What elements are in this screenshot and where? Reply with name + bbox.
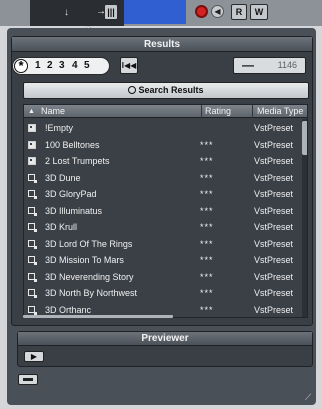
row-name: 3D Orthanc [45, 304, 92, 315]
row-rating: *** [200, 238, 214, 249]
row-name: 3D Dune [45, 172, 81, 183]
count-prefix: — [242, 58, 254, 72]
row-rating: *** [200, 156, 214, 166]
transport-blue-area [124, 0, 186, 24]
preview-play-button[interactable]: ▶ [24, 351, 44, 362]
row-media-type: VstPreset [254, 255, 294, 265]
resize-grip-icon[interactable]: ⟋ [305, 392, 315, 402]
row-media-type: VstPreset [254, 189, 294, 199]
search-results-button[interactable]: Search Results [23, 82, 309, 99]
horizontal-scroll-thumb[interactable] [23, 315, 173, 318]
input-arrow-icon: ↓ [64, 7, 69, 18]
rating-filter-1[interactable]: 1 [35, 60, 41, 71]
table-row[interactable]: 100 Belltones *** VstPreset [24, 137, 302, 154]
rating-filter-all[interactable]: * [14, 59, 28, 73]
result-count-field: — 1146 [233, 57, 306, 74]
row-media-type: VstPreset [254, 222, 294, 232]
folder-preset-icon [28, 124, 36, 132]
row-name: !Empty [45, 123, 74, 133]
table-row[interactable]: 3D North By Northwest *** VstPreset [24, 285, 302, 302]
preset-icon [28, 305, 37, 315]
row-media-type: VstPreset [254, 288, 294, 298]
row-name: 3D Illuminatus [45, 205, 103, 216]
search-icon [128, 86, 137, 94]
column-header-name[interactable]: Name [41, 106, 65, 117]
row-rating: *** [200, 139, 214, 150]
row-media-type: VstPreset [254, 123, 294, 133]
column-header-rating[interactable]: Rating [205, 106, 231, 117]
row-rating: *** [200, 304, 214, 315]
row-rating: *** [200, 205, 214, 216]
row-name: 3D Mission To Mars [45, 255, 124, 265]
folder-preset-icon [28, 157, 36, 165]
row-name: 2 Lost Trumpets [45, 156, 110, 166]
table-row[interactable]: 3D Illuminatus *** VstPreset [24, 203, 302, 220]
table-row[interactable]: 3D Mission To Mars *** VstPreset [24, 252, 302, 269]
read-automation-button[interactable]: R [231, 4, 247, 20]
column-divider[interactable] [252, 105, 253, 118]
previewer-title: Previewer [18, 332, 312, 346]
row-rating: *** [200, 288, 214, 298]
reset-filter-button[interactable]: I◀◀ [120, 57, 138, 74]
rating-filter-4[interactable]: 4 [72, 60, 78, 71]
table-row[interactable]: 3D Krull *** VstPreset [24, 219, 302, 236]
previewer-section: Previewer [17, 331, 313, 367]
preset-icon [28, 289, 37, 298]
preset-icon [28, 173, 37, 183]
column-divider[interactable] [201, 105, 202, 118]
table-header: ▲ Name Rating Media Type [24, 105, 307, 118]
table-row[interactable]: 3D Dune *** VstPreset [24, 170, 302, 187]
row-name: 3D North By Northwest [45, 288, 138, 298]
results-table: ▲ Name Rating Media Type !Empty VstPreset… [23, 104, 308, 318]
row-rating: *** [200, 271, 214, 282]
table-row[interactable]: 3D Neverending Story *** VstPreset [24, 269, 302, 286]
toggle-panel-button[interactable] [18, 374, 38, 385]
row-media-type: VstPreset [254, 304, 294, 315]
preset-icon [28, 272, 37, 282]
preset-icon [28, 239, 37, 249]
rating-filter-2[interactable]: 2 [47, 60, 53, 71]
row-media-type: VstPreset [254, 238, 294, 249]
preset-icon [28, 256, 37, 265]
rating-filter-3[interactable]: 3 [59, 60, 65, 71]
meter-icon: ||| [104, 4, 118, 20]
record-icon[interactable] [195, 5, 208, 18]
preset-icon [28, 206, 37, 216]
rating-filter-5[interactable]: 5 [84, 60, 90, 71]
row-media-type: VstPreset [254, 172, 294, 183]
transport-bar: ↓ → ||| ◀ R W ➤ [0, 0, 322, 38]
table-row[interactable]: !Empty VstPreset [24, 120, 302, 137]
vertical-scrollbar[interactable] [302, 119, 307, 317]
row-media-type: VstPreset [254, 139, 294, 150]
row-media-type: VstPreset [254, 156, 294, 166]
column-header-media-type[interactable]: Media Type [257, 106, 303, 117]
preset-icon [28, 223, 37, 232]
rating-filter[interactable]: * 1 2 3 4 5 [12, 57, 110, 75]
vertical-scroll-thumb[interactable] [302, 121, 307, 155]
row-rating: *** [200, 222, 214, 232]
row-media-type: VstPreset [254, 271, 294, 282]
write-automation-button[interactable]: W [250, 4, 268, 20]
row-rating: *** [200, 189, 214, 199]
result-count-value: 1146 [277, 60, 297, 70]
speaker-icon[interactable]: ◀ [211, 5, 224, 18]
row-name: 3D Neverending Story [45, 271, 134, 282]
sort-ascending-icon[interactable]: ▲ [28, 106, 35, 117]
preset-icon [28, 190, 37, 199]
results-title: Results [12, 37, 312, 52]
table-row[interactable]: 3D Lord Of The Rings *** VstPreset [24, 236, 302, 253]
table-row[interactable]: 2 Lost Trumpets *** VstPreset [24, 153, 302, 170]
row-rating: *** [200, 255, 214, 265]
row-name: 3D Krull [45, 222, 78, 232]
row-name: 3D GloryPad [45, 189, 97, 199]
row-media-type: VstPreset [254, 205, 294, 216]
row-name: 100 Belltones [45, 139, 100, 150]
row-rating: *** [200, 172, 214, 183]
folder-preset-icon [28, 140, 36, 149]
search-results-label: Search Results [138, 85, 204, 95]
row-name: 3D Lord Of The Rings [45, 238, 133, 249]
table-row[interactable]: 3D GloryPad *** VstPreset [24, 186, 302, 203]
